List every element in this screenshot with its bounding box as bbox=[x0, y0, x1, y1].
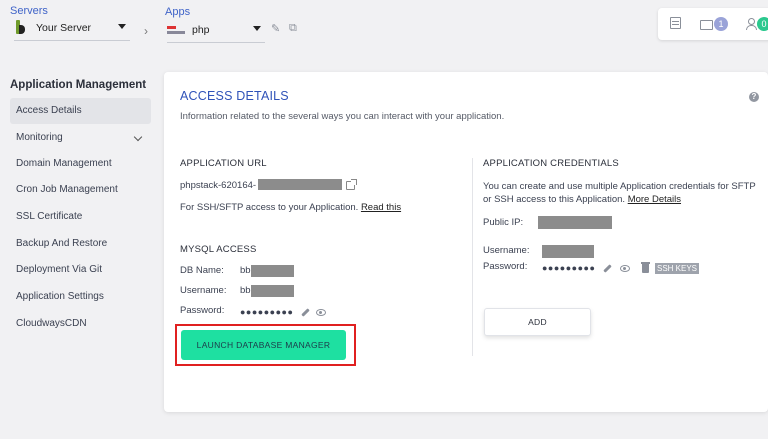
app-logo-icon bbox=[167, 25, 185, 35]
sidebar-item-backup-and-restore[interactable]: Backup And Restore bbox=[10, 231, 151, 257]
db-name-value: bb bbox=[240, 265, 251, 276]
redacted-username bbox=[251, 285, 294, 297]
user-icon bbox=[746, 18, 757, 30]
sidebar-item-cron-job-management[interactable]: Cron Job Management bbox=[10, 177, 151, 203]
sidebar-item-label: Monitoring bbox=[16, 132, 63, 143]
team-button[interactable]: 0 bbox=[746, 17, 768, 31]
server-name: Your Server bbox=[36, 21, 92, 34]
team-count-badge: 0 bbox=[757, 17, 768, 31]
folder-count-badge: 1 bbox=[714, 17, 728, 31]
application-url-heading: APPLICATION URL bbox=[180, 158, 267, 169]
mysql-password-mask: ●●●●●●●●● bbox=[240, 307, 294, 317]
show-credentials-icon[interactable] bbox=[620, 265, 630, 272]
server-selector[interactable]: Your Server bbox=[14, 15, 130, 41]
read-this-link[interactable]: Read this bbox=[361, 202, 401, 213]
mysql-username-value: bb bbox=[240, 285, 251, 296]
redacted-db-name bbox=[251, 265, 294, 277]
folder-icon bbox=[700, 20, 713, 30]
credentials-username-label: Username: bbox=[483, 245, 530, 256]
sidebar-item-cloudwayscdn[interactable]: CloudwaysCDN bbox=[10, 311, 151, 337]
open-external-icon[interactable] bbox=[346, 179, 357, 190]
page-description: Information related to the several ways … bbox=[180, 111, 505, 122]
server-logo-icon bbox=[14, 19, 26, 36]
launch-database-manager-button[interactable]: LAUNCH DATABASE MANAGER bbox=[181, 330, 346, 360]
column-divider bbox=[472, 158, 473, 356]
credentials-password-label: Password: bbox=[483, 261, 528, 272]
edit-credentials-icon[interactable] bbox=[603, 264, 612, 273]
credentials-password-mask: ●●●●●●●●● bbox=[542, 263, 596, 273]
projects-button[interactable] bbox=[670, 17, 681, 29]
app-selector[interactable]: php bbox=[167, 17, 265, 43]
list-icon bbox=[670, 17, 681, 29]
mysql-access-heading: MYSQL ACCESS bbox=[180, 244, 257, 255]
redacted-url bbox=[258, 179, 342, 190]
mysql-username-label: Username: bbox=[180, 285, 227, 296]
redacted-credentials-username bbox=[542, 245, 594, 258]
sidebar-item-application-settings[interactable]: Application Settings bbox=[10, 284, 151, 310]
ssh-keys-link[interactable]: SSH KEYS bbox=[655, 263, 700, 274]
sidebar-item-domain-management[interactable]: Domain Management bbox=[10, 151, 151, 177]
sidebar-item-monitoring[interactable]: Monitoring bbox=[10, 125, 151, 151]
redacted-public-ip bbox=[538, 216, 612, 229]
credentials-description-1: You can create and use multiple Applicat… bbox=[483, 181, 756, 192]
edit-password-icon[interactable] bbox=[301, 308, 310, 317]
public-ip-label: Public IP: bbox=[483, 217, 524, 228]
sidebar-item-access-details[interactable]: Access Details bbox=[10, 98, 151, 124]
app-name: php bbox=[192, 23, 210, 36]
help-icon[interactable]: ? bbox=[749, 92, 759, 102]
add-credentials-button[interactable]: ADD bbox=[484, 308, 591, 336]
application-credentials-heading: APPLICATION CREDENTIALS bbox=[483, 158, 619, 169]
page-title: ACCESS DETAILS bbox=[180, 89, 289, 103]
chevron-down-icon bbox=[133, 132, 143, 142]
sidebar-item-deployment-via-git[interactable]: Deployment Via Git bbox=[10, 257, 151, 283]
ssh-note: For SSH/SFTP access to your Application.… bbox=[180, 202, 402, 213]
more-details-link[interactable]: More Details bbox=[628, 194, 681, 205]
caret-down-icon bbox=[253, 26, 261, 31]
caret-down-icon bbox=[118, 24, 126, 29]
credentials-description-2: or SSH access to this Application. More … bbox=[483, 194, 682, 205]
sidebar-title: Application Management bbox=[10, 79, 147, 91]
application-url-text[interactable]: phpstack-620164- bbox=[180, 180, 256, 191]
edit-app-icon[interactable]: ✎ bbox=[271, 22, 280, 35]
mysql-password-label: Password: bbox=[180, 305, 225, 316]
sidebar-item-ssl-certificate[interactable]: SSL Certificate bbox=[10, 204, 151, 230]
delete-credentials-icon[interactable] bbox=[641, 262, 650, 273]
folders-button[interactable]: 1 bbox=[700, 17, 728, 31]
db-name-label: DB Name: bbox=[180, 265, 224, 276]
chevron-right-icon: › bbox=[144, 24, 148, 38]
open-external-icon[interactable]: ⧉ bbox=[289, 22, 297, 35]
top-right-toolbar: 1 0 bbox=[658, 8, 768, 40]
show-password-icon[interactable] bbox=[316, 309, 326, 316]
